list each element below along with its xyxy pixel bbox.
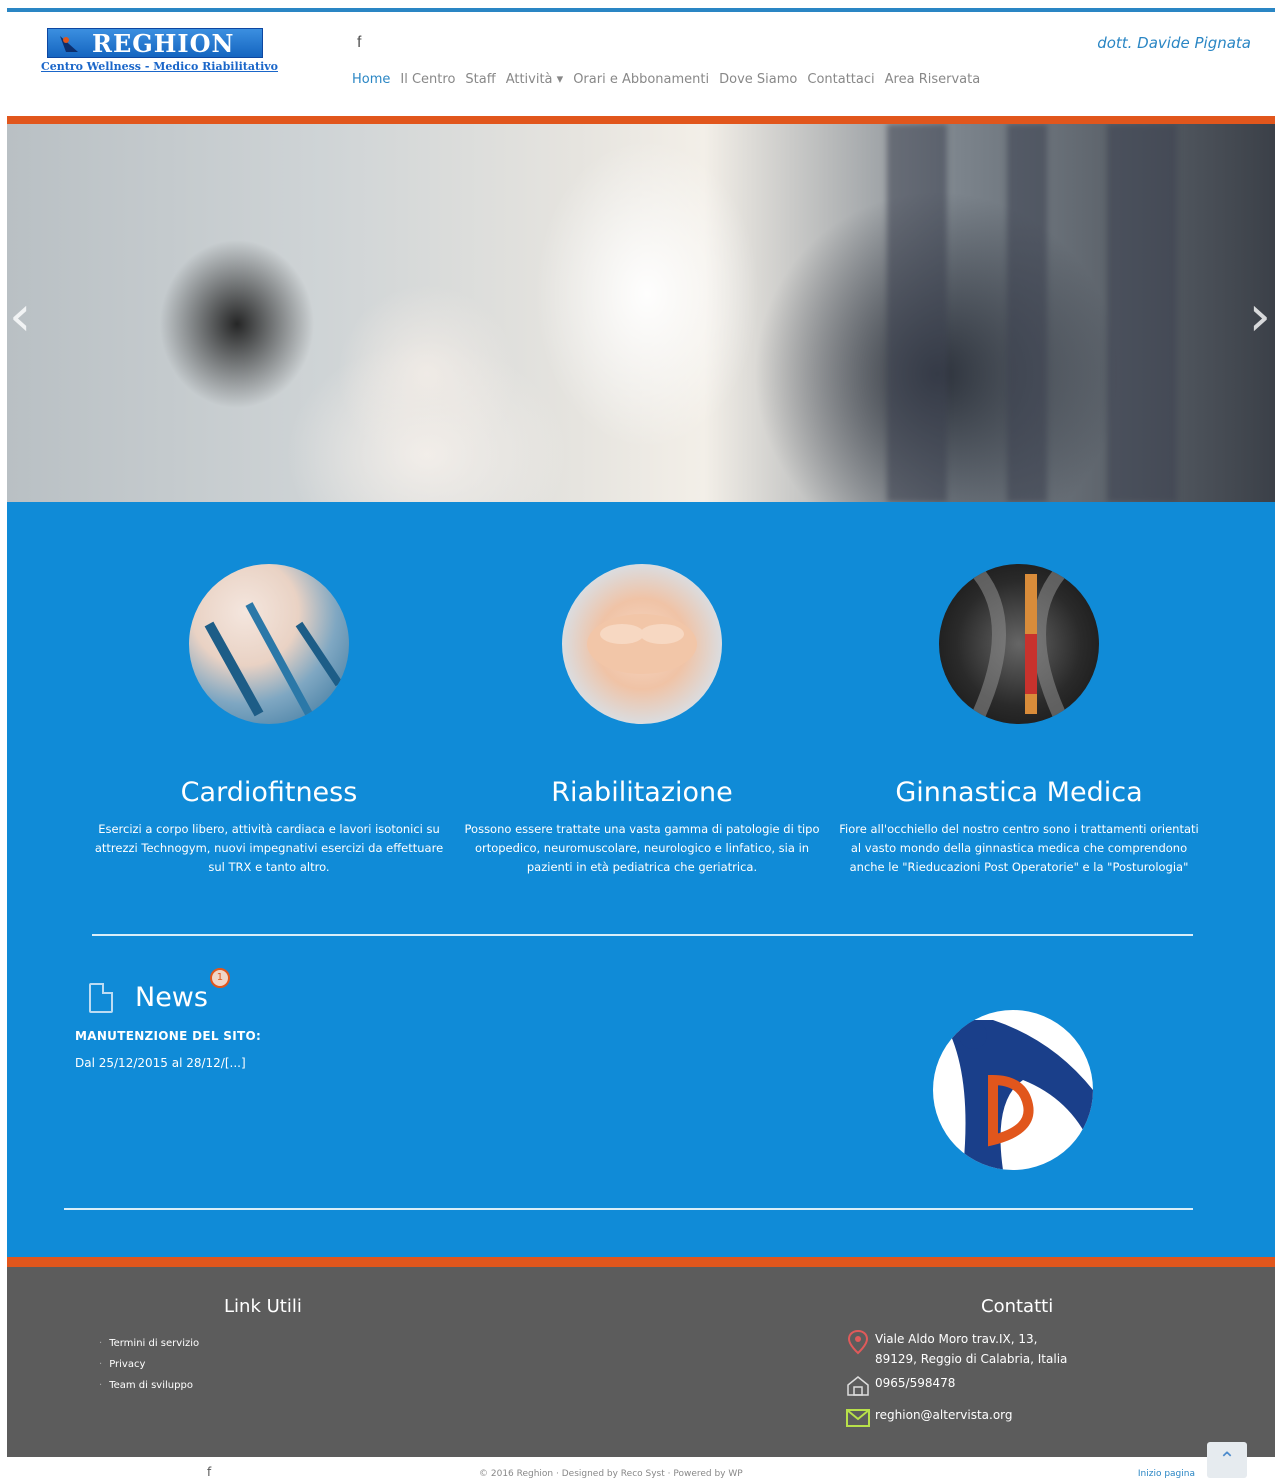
news-item-text[interactable]: Dal 25/12/2015 al 28/12/[...] bbox=[75, 1056, 261, 1070]
feature-cardiofitness: Cardiofitness Esercizi a corpo libero, a… bbox=[79, 564, 459, 877]
nav-item-contattaci[interactable]: Contattaci bbox=[807, 72, 874, 87]
cardio-machine-icon bbox=[204, 602, 343, 717]
main-nav: Home Il Centro Staff Attività ▾ Orari e … bbox=[352, 72, 980, 87]
news-heading: News 1 bbox=[135, 968, 230, 1013]
site-logo[interactable]: REGHION Centro Wellness - Medico Riabili… bbox=[41, 26, 278, 88]
nav-item-orari[interactable]: Orari e Abbonamenti bbox=[573, 72, 709, 87]
section-divider bbox=[64, 1208, 1193, 1210]
contact-email: reghion@altervista.org bbox=[845, 1405, 1013, 1431]
knee-therapy-icon bbox=[587, 614, 697, 674]
hero-blur-shape bbox=[1107, 124, 1177, 502]
logo-subtitle: Centro Wellness - Medico Riabilitativo bbox=[41, 60, 278, 73]
news-heading-text: News bbox=[135, 982, 208, 1013]
logo-emblem-icon bbox=[60, 36, 78, 52]
news-count-badge: 1 bbox=[209, 968, 230, 988]
scroll-top-chevron-icon[interactable]: ⌃ bbox=[1207, 1442, 1247, 1478]
nav-item-home[interactable]: Home bbox=[352, 72, 390, 87]
phone-icon bbox=[847, 1376, 869, 1396]
facebook-icon[interactable]: f bbox=[207, 1465, 211, 1479]
feature-text: Fiore all'occhiello del nostro centro so… bbox=[839, 822, 1199, 874]
hero-blur-shape bbox=[1007, 124, 1047, 502]
address-text: Viale Aldo Moro trav.IX, 13, 89129, Regg… bbox=[875, 1329, 1067, 1369]
logo-title: REGHION bbox=[92, 29, 235, 58]
document-icon bbox=[89, 982, 113, 1013]
facebook-icon[interactable]: f bbox=[357, 34, 361, 52]
news-block: News 1 MANUTENZIONE DEL SITO: Dal 25/12/… bbox=[75, 968, 261, 1070]
phone-number[interactable]: 0965/598478 bbox=[875, 1373, 955, 1393]
feature-title: Riabilitazione bbox=[551, 777, 733, 808]
feature-text: Possono essere trattate una vasta gamma … bbox=[464, 822, 820, 874]
services-section: Cardiofitness Esercizi a corpo libero, a… bbox=[7, 502, 1275, 1257]
hero-blur-shape bbox=[887, 124, 947, 502]
hero-slider[interactable]: ‹ › bbox=[7, 124, 1275, 502]
email-address[interactable]: reghion@altervista.org bbox=[875, 1405, 1013, 1425]
contacts-heading: Contatti bbox=[981, 1296, 1054, 1317]
news-header: News 1 bbox=[89, 968, 261, 1013]
nav-item-attivita[interactable]: Attività ▾ bbox=[506, 72, 564, 87]
riabilitazione-image bbox=[562, 564, 722, 724]
ginnastica-medica-image bbox=[939, 564, 1099, 724]
spine-icon bbox=[972, 569, 1066, 717]
address-line-1: Viale Aldo Moro trav.IX, 13, bbox=[875, 1332, 1038, 1346]
slider-next-arrow-icon[interactable]: › bbox=[1249, 284, 1271, 349]
nav-item-staff[interactable]: Staff bbox=[465, 72, 495, 87]
feature-riabilitazione: Riabilitazione Possono essere trattate u… bbox=[452, 564, 832, 877]
slider-prev-arrow-icon[interactable]: ‹ bbox=[9, 284, 31, 349]
cardiofitness-image bbox=[189, 564, 349, 724]
feature-title: Ginnastica Medica bbox=[895, 777, 1143, 808]
back-to-top-link[interactable]: Inizio pagina bbox=[1138, 1469, 1195, 1479]
center-emblem bbox=[933, 1010, 1093, 1170]
bottom-bar: f © 2016 Reghion · Designed by Reco Syst… bbox=[7, 1457, 1275, 1479]
hero-figure bbox=[337, 284, 517, 464]
nav-item-area-riservata[interactable]: Area Riservata bbox=[885, 72, 981, 87]
feature-title: Cardiofitness bbox=[180, 777, 358, 808]
site-footer: Link Utili Termini di servizio Privacy T… bbox=[7, 1267, 1275, 1457]
email-icon bbox=[846, 1409, 870, 1427]
nav-item-dove-siamo[interactable]: Dove Siamo bbox=[719, 72, 797, 87]
contact-phone: 0965/598478 bbox=[845, 1373, 955, 1399]
nav-item-il-centro[interactable]: Il Centro bbox=[400, 72, 455, 87]
address-line-2: 89129, Reggio di Calabria, Italia bbox=[875, 1352, 1068, 1366]
doctor-name: dott. Davide Pignata bbox=[1097, 34, 1251, 52]
copyright-text: © 2016 Reghion · Designed by Reco Syst ·… bbox=[479, 1469, 743, 1479]
feature-text: Esercizi a corpo libero, attività cardia… bbox=[94, 822, 444, 874]
useful-links: Termini di servizio Privacy Team di svil… bbox=[99, 1333, 199, 1396]
header-orange-bar bbox=[7, 116, 1275, 124]
site-header: REGHION Centro Wellness - Medico Riabili… bbox=[7, 12, 1275, 116]
link-terms[interactable]: Termini di servizio bbox=[99, 1333, 199, 1354]
logo-banner: REGHION bbox=[47, 28, 263, 58]
link-dev-team[interactable]: Team di sviluppo bbox=[99, 1375, 199, 1396]
footer-orange-bar bbox=[7, 1257, 1275, 1267]
feature-ginnastica-medica: Ginnastica Medica Fiore all'occhiello de… bbox=[829, 564, 1209, 877]
contact-address: Viale Aldo Moro trav.IX, 13, 89129, Regg… bbox=[845, 1329, 1067, 1369]
emblem-figure-icon bbox=[943, 1020, 1093, 1170]
section-divider bbox=[92, 934, 1193, 936]
links-heading: Link Utili bbox=[224, 1296, 302, 1317]
location-pin-icon bbox=[847, 1329, 869, 1355]
news-item-title[interactable]: MANUTENZIONE DEL SITO: bbox=[75, 1029, 261, 1043]
link-privacy[interactable]: Privacy bbox=[99, 1354, 199, 1375]
